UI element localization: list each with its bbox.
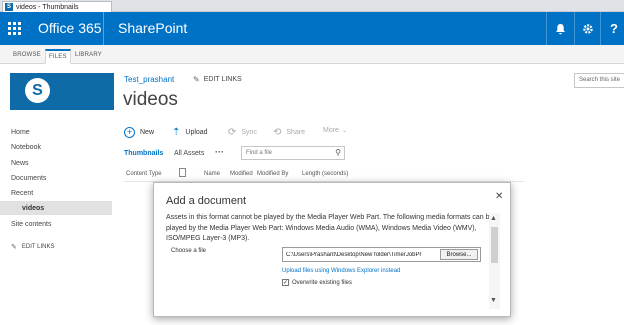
suite-bar: Office 365 SharePoint ? — [0, 12, 624, 45]
nav-selected-highlight — [0, 201, 112, 215]
view-more-ellipsis[interactable]: ··· — [215, 147, 224, 157]
nav-item-notebook[interactable]: Notebook — [11, 144, 41, 151]
tab-browse[interactable]: BROWSE — [10, 49, 44, 64]
page-title: videos — [123, 89, 178, 110]
col-name[interactable]: Name — [204, 171, 220, 177]
sync-label: Sync — [241, 129, 257, 136]
tab-library[interactable]: LIBRARY — [72, 49, 105, 64]
search-icon[interactable]: ⚲ — [335, 148, 341, 157]
new-button[interactable]: + New — [124, 127, 154, 138]
find-file-input[interactable]: Find a file ⚲ — [241, 146, 345, 160]
plus-circle-icon: + — [124, 127, 135, 138]
overwrite-checkbox[interactable]: ✓ — [282, 279, 289, 286]
more-label: More — [323, 127, 339, 134]
sharepoint-favicon-icon: S — [5, 3, 13, 11]
tab-files[interactable]: FILES — [45, 49, 71, 64]
dialog-message: Assets in this format cannot be played b… — [166, 214, 494, 242]
pencil-icon: ✎ — [193, 75, 200, 84]
help-icon[interactable]: ? — [600, 12, 624, 45]
browser-tab-title: videos - Thumbnails — [16, 3, 79, 11]
view-thumbnails[interactable]: Thumbnails — [124, 150, 163, 157]
browser-tab[interactable]: S videos - Thumbnails — [2, 1, 112, 12]
nav-edit-links-label: EDIT LINKS — [21, 244, 55, 250]
sync-button[interactable]: ⟳ Sync — [228, 127, 257, 138]
ribbon-tabs: BROWSE FILES LIBRARY — [0, 45, 624, 64]
nav-item-news[interactable]: News — [11, 160, 29, 167]
choose-file-label: Choose a file — [171, 248, 207, 254]
col-length[interactable]: Length (seconds) — [302, 171, 348, 177]
share-icon: ⟲ — [273, 127, 282, 138]
share-button[interactable]: ⟲ Share — [273, 127, 305, 138]
chevron-down-icon: ⌄ — [341, 128, 347, 134]
nav-item-site-contents[interactable]: Site contents — [11, 221, 51, 228]
nav-item-videos[interactable]: videos — [22, 205, 44, 212]
share-label: Share — [286, 129, 306, 136]
gear-icon[interactable] — [574, 12, 602, 45]
edit-links-label: EDIT LINKS — [203, 76, 242, 83]
sync-icon: ⟳ — [228, 127, 237, 138]
scroll-up-icon[interactable]: ▲ — [490, 215, 497, 222]
bell-icon[interactable] — [546, 12, 574, 45]
dialog-scrollbar[interactable]: ▲ ▼ — [489, 213, 500, 309]
view-all-assets[interactable]: All Assets — [174, 150, 204, 157]
scrollbar-thumb[interactable] — [491, 227, 498, 263]
sharepoint-brand[interactable]: SharePoint — [118, 20, 187, 36]
add-document-dialog: Add a document ✕ Assets in this format c… — [153, 182, 511, 317]
suite-divider — [103, 12, 104, 45]
sharepoint-logo-icon: S — [25, 78, 50, 103]
office365-brand[interactable]: Office 365 — [38, 20, 102, 36]
more-button[interactable]: More ⌄ — [323, 127, 347, 134]
site-name-link[interactable]: Test_prashant — [124, 75, 174, 84]
scroll-down-icon[interactable]: ▼ — [490, 297, 497, 304]
overwrite-checkbox-row[interactable]: ✓ Overwrite existing files — [282, 279, 352, 286]
upload-arrow-icon: ⇡ — [172, 127, 181, 138]
overwrite-label: Overwrite existing files — [292, 279, 353, 286]
nav-item-recent[interactable]: Recent — [11, 190, 33, 197]
col-modified-by[interactable]: Modified By — [257, 171, 288, 177]
close-icon[interactable]: ✕ — [495, 191, 503, 202]
site-search-input[interactable]: Search this site — [574, 73, 624, 88]
upload-label: Upload — [185, 129, 208, 136]
find-file-placeholder: Find a file — [246, 150, 273, 156]
upload-button[interactable]: ⇡ Upload — [172, 127, 208, 138]
file-path-input[interactable]: C:\Users\Prashant\Desktop\New folder\Tim… — [282, 247, 481, 262]
windows-explorer-link[interactable]: Upload files using Windows Explorer inst… — [282, 268, 400, 274]
nav-edit-links[interactable]: ✎ EDIT LINKS — [11, 243, 54, 251]
edit-links-top[interactable]: ✎ EDIT LINKS — [193, 75, 242, 84]
browse-button[interactable]: Browse... — [440, 249, 478, 260]
site-logo[interactable]: S — [10, 73, 114, 110]
col-content-type[interactable]: Content Type — [126, 171, 162, 177]
pencil-icon: ✎ — [11, 244, 17, 251]
col-modified[interactable]: Modified — [230, 171, 253, 177]
dialog-title: Add a document — [166, 195, 247, 207]
nav-item-home[interactable]: Home — [11, 129, 30, 136]
browser-tab-bar: S videos - Thumbnails — [0, 0, 624, 12]
document-type-icon — [179, 168, 186, 177]
new-label: New — [140, 129, 155, 136]
waffle-icon[interactable] — [0, 12, 28, 45]
file-path-value: C:\Users\Prashant\Desktop\New folder\Tim… — [286, 251, 422, 258]
nav-item-documents[interactable]: Documents — [11, 175, 46, 182]
